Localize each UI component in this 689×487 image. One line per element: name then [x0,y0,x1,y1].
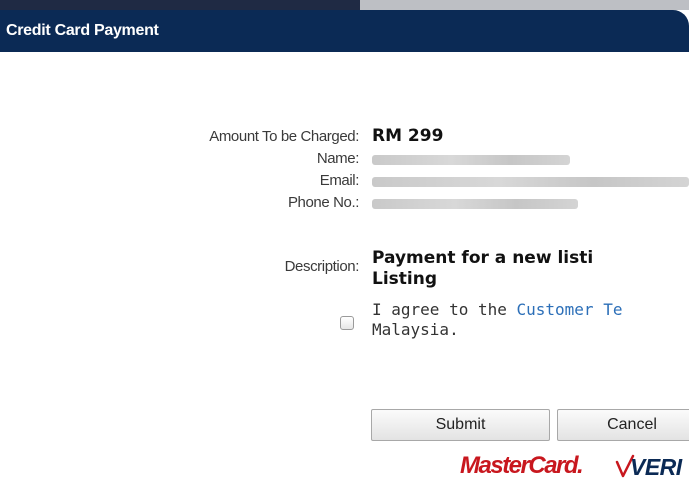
top-strip-dark [0,0,360,10]
email-value-redacted [372,177,689,187]
agree-prefix: I agree to the [372,300,517,319]
description-label: Description: [284,258,360,275]
agree-line-1: I agree to the Customer Te [372,300,622,320]
top-strip [0,0,689,10]
email-label: Email: [319,172,360,189]
agree-text: I agree to the Customer Te Malaysia. [372,300,622,340]
name-label: Name: [316,150,360,167]
agree-line-2: Malaysia. [372,320,459,339]
mastercard-logo: MasterCard. [460,452,584,479]
agree-checkbox[interactable] [340,316,354,330]
customer-terms-link[interactable]: Customer Te [517,300,623,319]
top-strip-light [360,0,689,10]
name-value-redacted [372,155,570,165]
description-line-1: Payment for a new listi [372,248,594,268]
amount-label: Amount To be Charged: [209,128,359,145]
description-value: Payment for a new listi Listing [372,248,593,290]
phone-label: Phone No.: [287,194,359,211]
description-line-2: Listing [372,269,438,289]
phone-value-redacted [372,199,578,209]
cancel-button[interactable]: Cancel [557,409,689,441]
submit-button[interactable]: Submit [371,409,550,441]
verisign-logo: VERI [630,454,682,480]
dialog-title: Credit Card Payment [6,22,159,39]
amount-value: RM 299 [372,126,444,146]
dialog-title-bar: Credit Card Payment [0,10,689,52]
